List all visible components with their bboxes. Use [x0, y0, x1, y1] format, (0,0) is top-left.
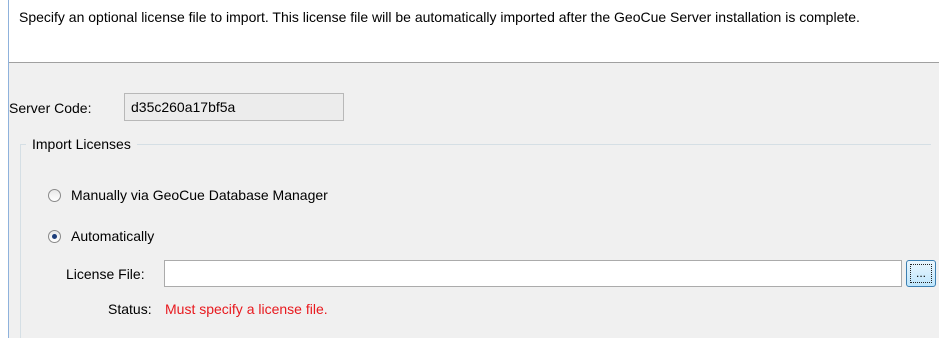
radio-option-automatic[interactable]: Automatically: [48, 227, 154, 245]
radio-checked-icon[interactable]: [48, 229, 61, 243]
license-file-input[interactable]: [164, 260, 902, 287]
import-licenses-legend: Import Licenses: [26, 135, 137, 153]
import-licenses-group: [20, 144, 931, 338]
page-description: Specify an optional license file to impo…: [19, 9, 860, 25]
radio-option-manual[interactable]: Manually via GeoCue Database Manager: [48, 186, 328, 204]
status-label: Status:: [108, 301, 152, 317]
server-code-label: Server Code:: [9, 100, 92, 116]
license-file-label: License File:: [66, 266, 145, 282]
browse-button-label: ...: [910, 264, 932, 283]
page-header: Specify an optional license file to impo…: [9, 0, 939, 62]
status-message: Must specify a license file.: [165, 301, 328, 317]
radio-unchecked-icon[interactable]: [48, 188, 61, 202]
radio-label-manual[interactable]: Manually via GeoCue Database Manager: [71, 186, 328, 204]
radio-label-automatic[interactable]: Automatically: [71, 227, 154, 245]
server-code-field: d35c260a17bf5a: [124, 93, 344, 121]
browse-button[interactable]: ...: [906, 260, 936, 287]
